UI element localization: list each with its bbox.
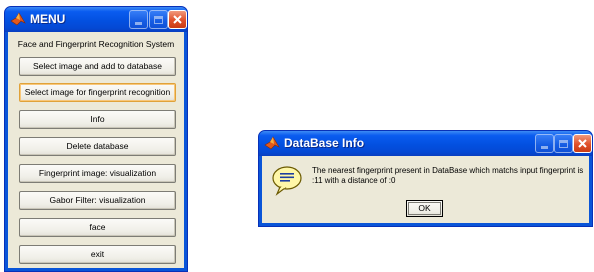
maximize-icon [154, 15, 163, 24]
menu-titlebar[interactable]: MENU [5, 7, 187, 32]
database-info-dialog: DataBase Info The nearest fingerprint pr… [258, 130, 593, 227]
close-button[interactable] [573, 134, 592, 153]
exit-button[interactable]: exit [19, 245, 176, 264]
minimize-icon [541, 146, 548, 149]
maximize-icon [559, 139, 568, 148]
matlab-logo-icon [10, 12, 26, 26]
menu-window: MENU Face and Fingerprint Recognition Sy… [4, 6, 188, 272]
face-button[interactable]: face [19, 218, 176, 237]
select-fingerprint-recognition-button[interactable]: Select image for fingerprint recognition [19, 83, 176, 102]
info-button[interactable]: Info [19, 110, 176, 129]
select-add-database-button[interactable]: Select image and add to database [19, 57, 176, 76]
close-icon [173, 15, 182, 24]
help-speech-bubble-icon [272, 166, 302, 196]
dialog-client-area: The nearest fingerprint present in DataB… [262, 156, 589, 223]
close-icon [578, 139, 587, 148]
fingerprint-visualization-button[interactable]: Fingerprint image: visualization [19, 164, 176, 183]
delete-database-button[interactable]: Delete database [19, 137, 176, 156]
gabor-filter-visualization-button[interactable]: Gabor Filter: visualization [19, 191, 176, 210]
minimize-button[interactable] [129, 10, 148, 29]
menu-client-area: Face and Fingerprint Recognition System … [8, 32, 184, 268]
dialog-title: DataBase Info [284, 136, 365, 150]
maximize-button[interactable] [149, 10, 168, 29]
maximize-button[interactable] [554, 134, 573, 153]
dialog-titlebar[interactable]: DataBase Info [259, 131, 592, 156]
menu-window-title: MENU [30, 12, 66, 26]
minimize-button[interactable] [535, 134, 554, 153]
matlab-logo-icon [264, 136, 280, 150]
dialog-message: The nearest fingerprint present in DataB… [312, 166, 584, 185]
close-button[interactable] [168, 10, 187, 29]
minimize-icon [135, 22, 142, 25]
ok-button[interactable]: OK [406, 200, 443, 217]
menu-heading: Face and Fingerprint Recognition System [17, 39, 175, 49]
